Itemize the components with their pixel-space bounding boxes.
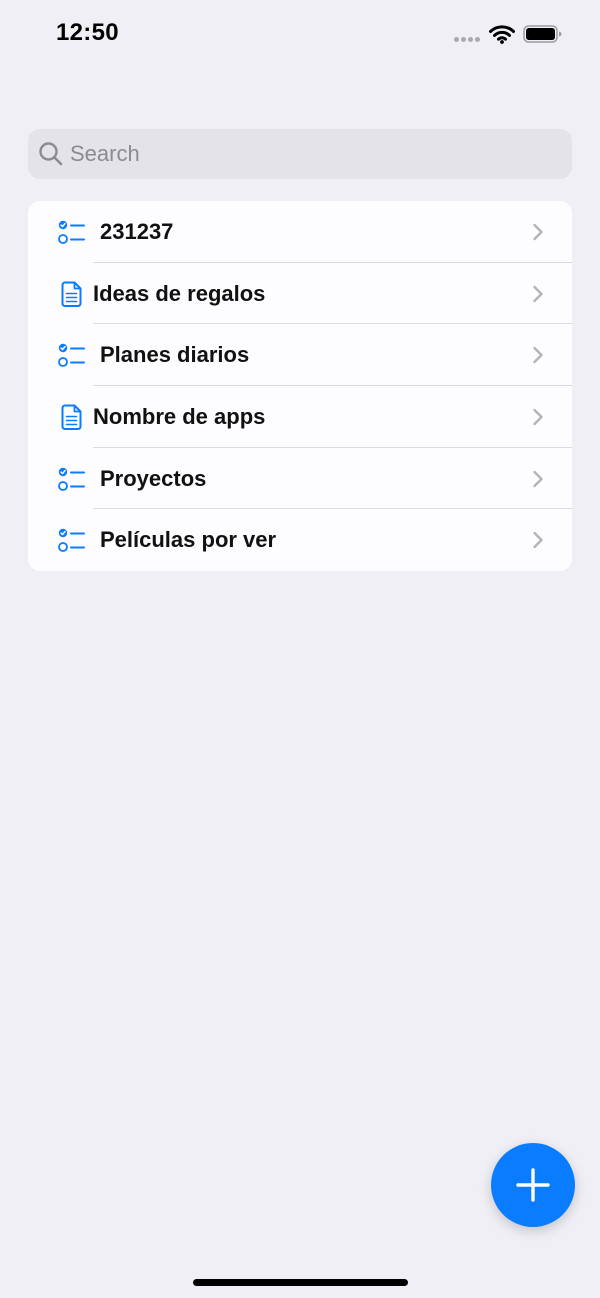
chevron-right-icon <box>532 346 544 364</box>
search-bar[interactable] <box>28 129 572 179</box>
chevron-right-icon <box>532 223 544 241</box>
search-icon <box>39 142 63 166</box>
plus-icon <box>516 1168 550 1202</box>
status-bar: 12:50 <box>0 0 600 70</box>
list-item-planes-diarios[interactable]: Planes diarios <box>28 324 572 387</box>
battery-icon <box>523 25 562 43</box>
checklist-icon <box>58 466 86 494</box>
add-button[interactable] <box>491 1143 575 1227</box>
checklist-icon <box>58 219 86 247</box>
checklist-icon <box>58 527 86 555</box>
list-item-proyectos[interactable]: Proyectos <box>28 448 572 510</box>
list-item-peliculas-por-ver[interactable]: Películas por ver <box>28 509 572 571</box>
checklist-icon <box>58 342 86 370</box>
list-item-label: Películas por ver <box>100 527 277 553</box>
list-item-nombre-de-apps[interactable]: Nombre de apps <box>28 386 572 448</box>
search-input[interactable] <box>70 129 560 179</box>
lists-container: 231237 Ideas de regalos Planes diarios N… <box>28 201 572 572</box>
chevron-right-icon <box>532 531 544 549</box>
home-indicator[interactable] <box>193 1279 408 1286</box>
list-item-label: Proyectos <box>100 465 207 491</box>
list-item-label: 231237 <box>100 219 174 244</box>
list-item-231237[interactable]: 231237 <box>28 201 572 263</box>
list-item-label: Ideas de regalos <box>93 280 266 306</box>
screen: 12:50 231237 I <box>0 0 600 1298</box>
list-item-label: Nombre de apps <box>93 404 266 430</box>
chevron-right-icon <box>532 285 544 303</box>
chevron-right-icon <box>532 470 544 488</box>
status-time: 12:50 <box>56 19 119 46</box>
chevron-right-icon <box>532 408 544 426</box>
wifi-icon <box>489 25 515 44</box>
list-item-label: Planes diarios <box>100 342 250 368</box>
document-icon <box>58 403 86 431</box>
document-icon <box>58 280 86 308</box>
list-item-ideas-de-regalos[interactable]: Ideas de regalos <box>28 263 572 325</box>
cellular-signal-icon <box>454 37 482 43</box>
